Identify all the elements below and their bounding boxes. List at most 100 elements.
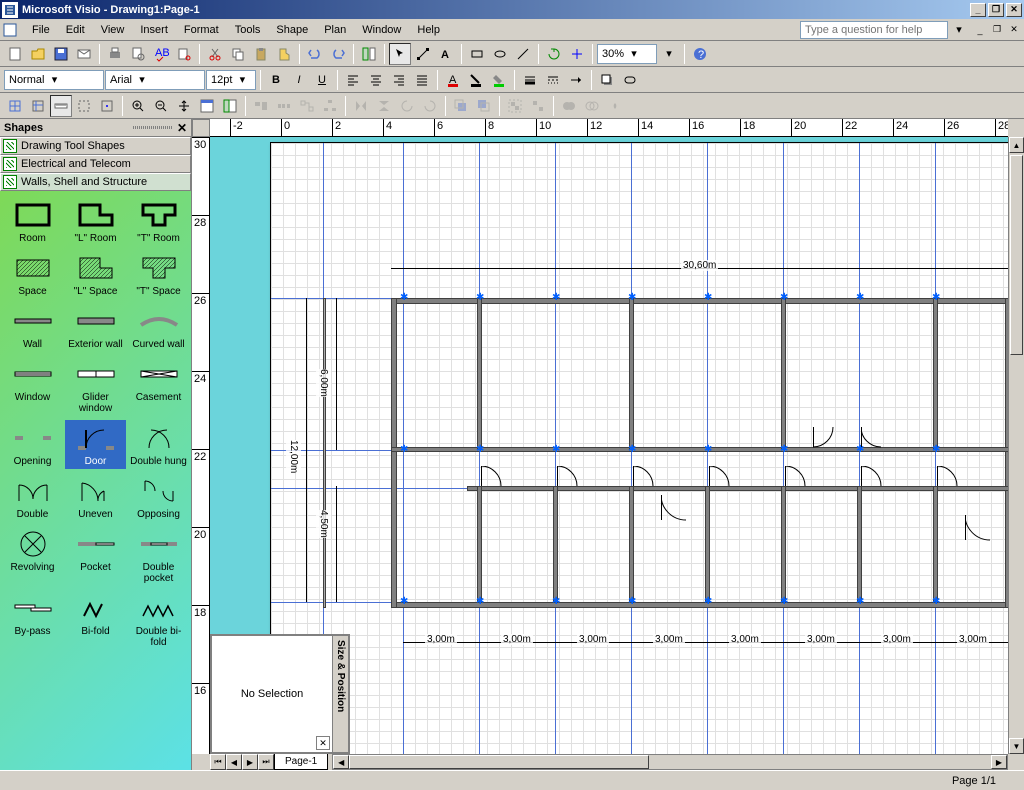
line-ends-button[interactable]	[565, 69, 587, 91]
shape-dblhung[interactable]: Double hung	[128, 420, 189, 469]
shape-space[interactable]: Space	[2, 250, 63, 299]
connector-tool-button[interactable]	[412, 43, 434, 65]
save-button[interactable]	[50, 43, 72, 65]
new-button[interactable]	[4, 43, 26, 65]
spelling-button[interactable]: ABC	[150, 43, 172, 65]
align-center-button[interactable]	[365, 69, 387, 91]
align-left-button[interactable]	[342, 69, 364, 91]
shape-glider[interactable]: Glider window	[65, 356, 126, 416]
font-size-combo[interactable]: 12pt▾	[206, 70, 256, 90]
rotate-right-button[interactable]	[419, 95, 441, 117]
connect-shapes-button[interactable]	[296, 95, 318, 117]
shape-explorer-button[interactable]	[219, 95, 241, 117]
underline-button[interactable]: U	[311, 69, 333, 91]
shape-opening[interactable]: Opening	[2, 420, 63, 469]
shape-double[interactable]: Double	[2, 473, 63, 522]
shape-revolving[interactable]: Revolving	[2, 526, 63, 586]
fragment-button[interactable]	[581, 95, 603, 117]
shape-bypass[interactable]: By-pass	[2, 590, 63, 650]
shape-lroom[interactable]: "L" Room	[65, 197, 126, 246]
line-pattern-button[interactable]	[542, 69, 564, 91]
ungroup-button[interactable]	[527, 95, 549, 117]
minimize-button[interactable]: _	[970, 3, 986, 17]
fill-color-button[interactable]	[488, 69, 510, 91]
redo-button[interactable]	[327, 43, 349, 65]
restore-button[interactable]: ❐	[988, 3, 1004, 17]
font-combo[interactable]: Arial▾	[105, 70, 205, 90]
shape-troom[interactable]: "T" Room	[128, 197, 189, 246]
undo-button[interactable]	[304, 43, 326, 65]
shape-room[interactable]: Room	[2, 197, 63, 246]
menu-window[interactable]: Window	[354, 22, 409, 38]
research-button[interactable]	[173, 43, 195, 65]
drawing-explorer-button[interactable]	[196, 95, 218, 117]
first-page-button[interactable]: ⏮	[210, 754, 226, 770]
help-dropdown[interactable]: ▾	[952, 22, 966, 38]
close-button[interactable]: ✕	[1006, 3, 1022, 17]
page-tab[interactable]: Page-1	[274, 754, 328, 770]
scroll-right-button[interactable]: ▶	[991, 755, 1007, 769]
shape-curvwall[interactable]: Curved wall	[128, 303, 189, 352]
line-tool-button[interactable]	[512, 43, 534, 65]
guides-button[interactable]	[27, 95, 49, 117]
shape-tspace[interactable]: "T" Space	[128, 250, 189, 299]
zoom-dropdown[interactable]: ▾	[658, 43, 680, 65]
shape-opposing[interactable]: Opposing	[128, 473, 189, 522]
bold-button[interactable]: B	[265, 69, 287, 91]
next-page-button[interactable]: ▶	[242, 754, 258, 770]
style-combo[interactable]: Normal▾	[4, 70, 104, 90]
layout-shapes-button[interactable]	[319, 95, 341, 117]
shapes-window-button[interactable]	[358, 43, 380, 65]
flip-h-button[interactable]	[350, 95, 372, 117]
union-button[interactable]	[558, 95, 580, 117]
intersect-button[interactable]	[604, 95, 626, 117]
shape-lspace[interactable]: "L" Space	[65, 250, 126, 299]
vertical-scrollbar[interactable]: ▲ ▼	[1008, 137, 1024, 754]
menu-help[interactable]: Help	[409, 22, 448, 38]
distribute-button[interactable]	[273, 95, 295, 117]
shape-window[interactable]: Window	[2, 356, 63, 416]
shape-wall[interactable]: Wall	[2, 303, 63, 352]
last-page-button[interactable]: ⏭	[258, 754, 274, 770]
menu-edit[interactable]: Edit	[58, 22, 93, 38]
menu-tools[interactable]: Tools	[227, 22, 269, 38]
line-weight-button[interactable]	[519, 69, 541, 91]
zoom-combo[interactable]: 30%▾	[597, 44, 657, 64]
cut-button[interactable]	[204, 43, 226, 65]
connection-points-view[interactable]	[96, 95, 118, 117]
zoom-out-button[interactable]	[150, 95, 172, 117]
scroll-h-thumb[interactable]	[349, 755, 649, 769]
shadow-button[interactable]	[596, 69, 618, 91]
font-color-button[interactable]: A	[442, 69, 464, 91]
justify-button[interactable]	[411, 69, 433, 91]
ellipse-tool-button[interactable]	[489, 43, 511, 65]
print-preview-button[interactable]	[127, 43, 149, 65]
help-button[interactable]: ?	[689, 43, 711, 65]
menu-shape[interactable]: Shape	[268, 22, 316, 38]
menu-plan[interactable]: Plan	[316, 22, 354, 38]
open-button[interactable]	[27, 43, 49, 65]
ruler-button[interactable]	[50, 95, 72, 117]
shapes-panel-close[interactable]: ✕	[177, 121, 187, 135]
shape-pocket[interactable]: Pocket	[65, 526, 126, 586]
shape-dblpocket[interactable]: Double pocket	[128, 526, 189, 586]
shape-extwall[interactable]: Exterior wall	[65, 303, 126, 352]
doc-minimize[interactable]: _	[972, 23, 988, 37]
rectangle-tool-button[interactable]	[466, 43, 488, 65]
size-position-close[interactable]: ✕	[316, 736, 330, 750]
print-button[interactable]	[104, 43, 126, 65]
rotate-left-button[interactable]	[396, 95, 418, 117]
prev-page-button[interactable]: ◀	[226, 754, 242, 770]
align-shapes-button[interactable]	[250, 95, 272, 117]
rotate-button[interactable]	[543, 43, 565, 65]
scroll-v-thumb[interactable]	[1010, 155, 1023, 355]
help-search-input[interactable]	[800, 21, 948, 39]
vertical-ruler[interactable]: 3028262422201816	[192, 137, 210, 754]
menu-view[interactable]: View	[93, 22, 133, 38]
italic-button[interactable]: I	[288, 69, 310, 91]
paste-button[interactable]	[250, 43, 272, 65]
stencil-walls[interactable]: Walls, Shell and Structure	[0, 173, 191, 191]
scroll-down-button[interactable]: ▼	[1009, 738, 1024, 754]
send-back-button[interactable]	[473, 95, 495, 117]
horizontal-scrollbar[interactable]: ◀ ▶	[332, 754, 1008, 770]
